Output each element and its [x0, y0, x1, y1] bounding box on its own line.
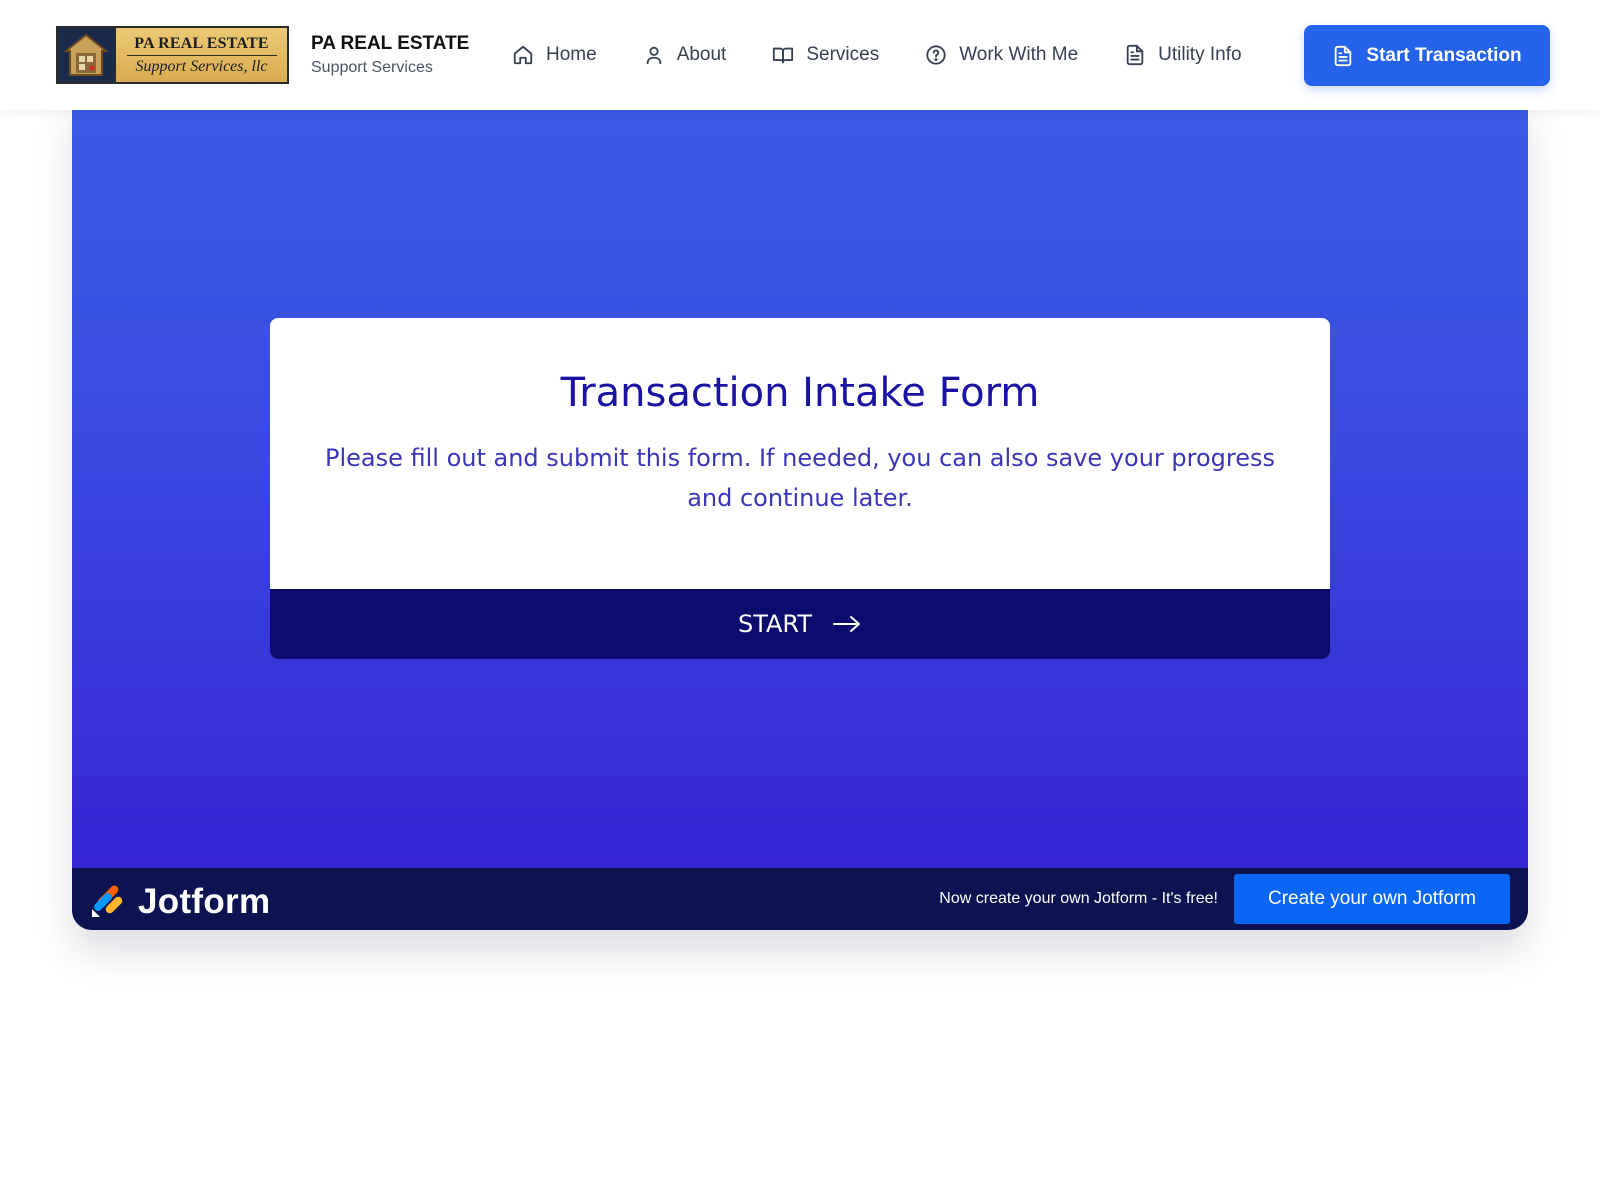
nav-label-services: Services — [806, 44, 880, 65]
main-nav: Home About Services Work With Me Utility… — [512, 33, 1242, 77]
user-icon — [643, 44, 665, 66]
site-logo[interactable]: PA REAL ESTATE Support Services, llc — [56, 26, 289, 84]
jotform-promo-text: Now create your own Jotform - It's free! — [939, 890, 1218, 907]
nav-item-utility-info[interactable]: Utility Info — [1124, 33, 1242, 77]
jotform-logo-icon — [92, 885, 123, 917]
create-jotform-button[interactable]: Create your own Jotform — [1234, 874, 1510, 924]
logo-text: PA REAL ESTATE Support Services, llc — [116, 28, 287, 82]
logo-line1: PA REAL ESTATE — [134, 34, 269, 52]
house-icon — [58, 28, 116, 82]
site-header: PA REAL ESTATE Support Services, llc PA … — [0, 0, 1600, 110]
brand-title: PA REAL ESTATE — [311, 33, 470, 54]
jotform-logo[interactable]: Jotform — [90, 882, 270, 922]
nav-item-work-with-me[interactable]: Work With Me — [925, 33, 1078, 77]
nav-label-home: Home — [546, 44, 597, 65]
start-transaction-button[interactable]: Start Transaction — [1304, 25, 1550, 86]
logo-line2: Support Services, llc — [135, 57, 268, 75]
nav-item-about[interactable]: About — [643, 33, 727, 77]
start-transaction-label: Start Transaction — [1366, 44, 1522, 66]
book-icon — [772, 44, 794, 66]
jotform-wordmark: Jotform — [138, 882, 271, 921]
brand-subtitle: Support Services — [311, 59, 433, 76]
home-icon — [512, 44, 534, 66]
form-welcome-card: Transaction Intake Form Please fill out … — [270, 318, 1330, 659]
document-icon — [1124, 44, 1146, 66]
nav-item-home[interactable]: Home — [512, 33, 597, 77]
nav-label-about: About — [676, 44, 727, 65]
start-button[interactable]: START — [270, 589, 1330, 659]
jotform-footer-bar: Jotform Now create your own Jotform - It… — [72, 868, 1528, 930]
form-description: Please fill out and submit this form. If… — [324, 444, 1276, 512]
document-icon — [1332, 45, 1354, 67]
nav-label-utility-info: Utility Info — [1158, 44, 1242, 65]
arrow-right-icon — [832, 614, 862, 634]
form-title: Transaction Intake Form — [560, 370, 1040, 416]
nav-label-work-with-me: Work With Me — [959, 44, 1079, 65]
logo-divider — [126, 54, 277, 56]
brand-block[interactable]: PA REAL ESTATE Support Services — [311, 33, 469, 77]
nav-item-services[interactable]: Services — [772, 33, 879, 77]
start-label: START — [737, 610, 813, 638]
form-embed: Transaction Intake Form Please fill out … — [72, 100, 1528, 930]
create-jotform-label: Create your own Jotform — [1267, 888, 1477, 909]
question-circle-icon — [925, 44, 947, 66]
